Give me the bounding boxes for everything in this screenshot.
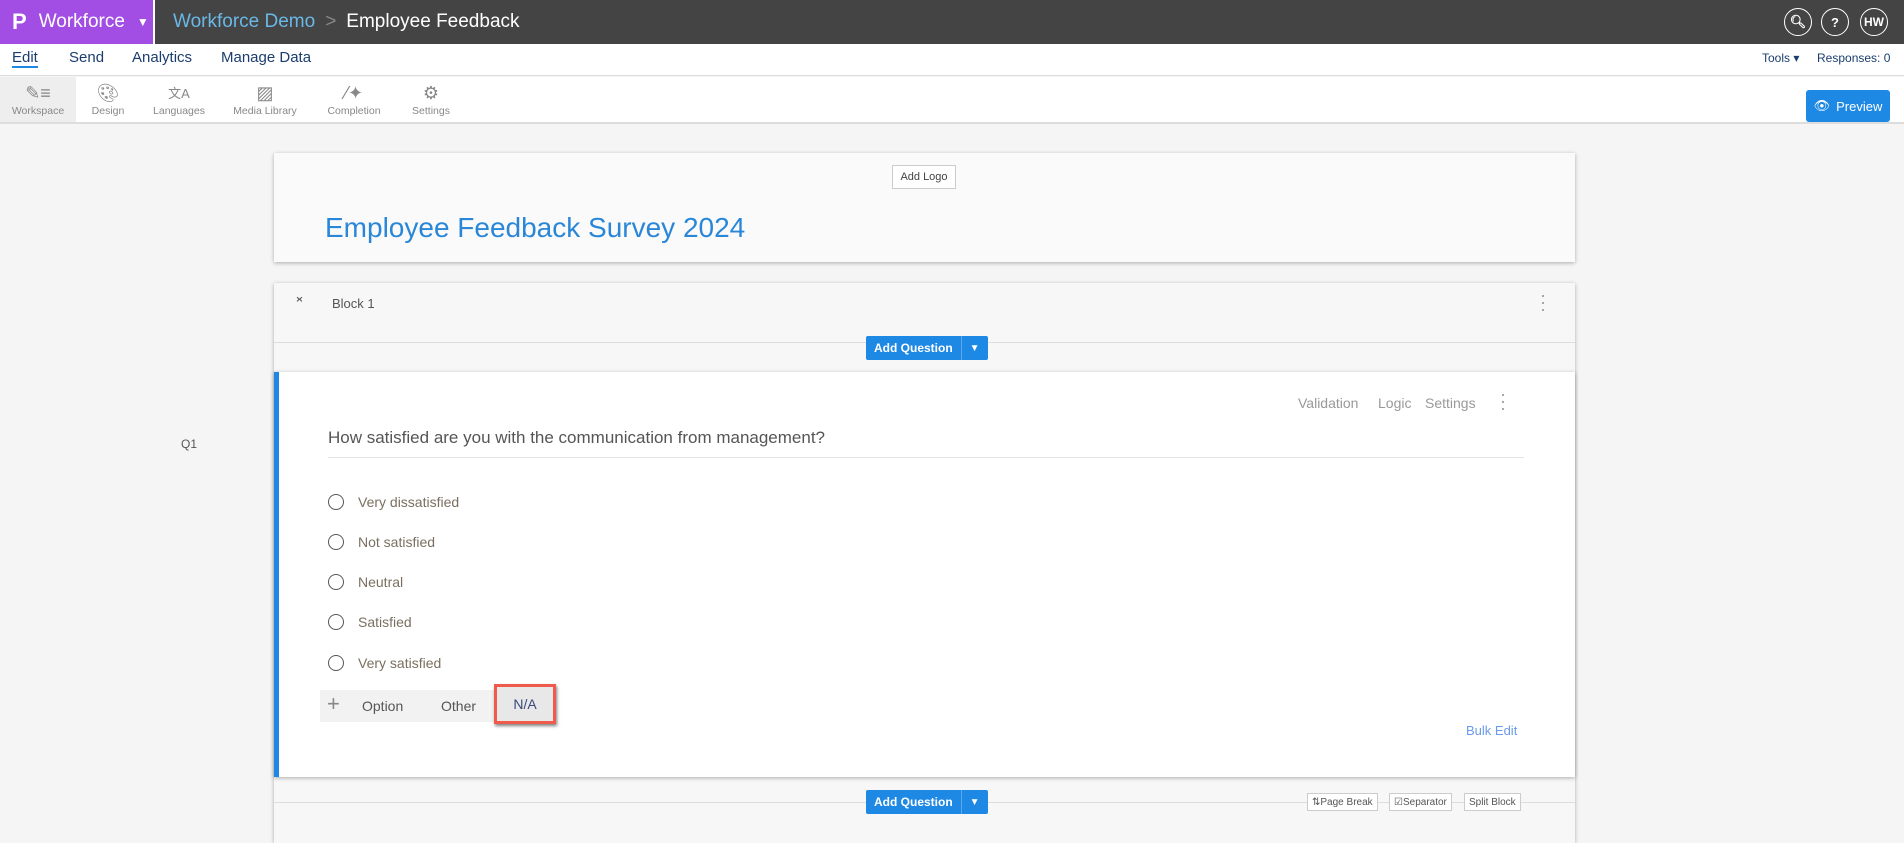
add-option-button[interactable]: Option (362, 698, 403, 714)
add-na-button[interactable]: N/A (494, 684, 556, 724)
tool-design[interactable]: 🎨︎ Design (80, 77, 136, 122)
search-icon[interactable]: 🔍︎ (1784, 8, 1812, 36)
radio-button[interactable] (328, 574, 344, 590)
add-question-button-bottom[interactable]: Add Question ▼ (866, 790, 988, 814)
breadcrumb-current: Employee Feedback (346, 11, 520, 32)
page-break-button[interactable]: ⇅ Page Break (1307, 793, 1378, 811)
validation-link[interactable]: Validation (1298, 395, 1358, 411)
survey-title[interactable]: Employee Feedback Survey 2024 (325, 212, 745, 244)
radio-button[interactable] (328, 655, 344, 671)
brand-menu[interactable]: P Workforce ▼ (0, 0, 155, 44)
brand-label: Workforce (38, 11, 125, 32)
responses-count[interactable]: Responses: 0 (1817, 51, 1890, 65)
block-more-icon[interactable]: · · · (1540, 286, 1546, 318)
nav-send[interactable]: Send (69, 49, 104, 66)
gear-icon: ⚙ (422, 82, 440, 103)
caret-down-icon: ▼ (136, 15, 149, 29)
radio-button[interactable] (328, 534, 344, 550)
radio-button[interactable] (328, 494, 344, 510)
breadcrumb-separator: > (325, 11, 337, 32)
preview-button[interactable]: 👁︎ Preview (1806, 90, 1890, 122)
tool-label: Settings (412, 104, 450, 117)
option-label[interactable]: Not satisfied (358, 534, 435, 550)
user-avatar[interactable]: HW (1860, 8, 1888, 36)
separator-button[interactable]: ☑ Separator (1389, 793, 1452, 811)
nav-manage-data[interactable]: Manage Data (221, 49, 311, 66)
image-icon: ▨ (256, 82, 274, 103)
plus-icon[interactable]: + (327, 691, 340, 717)
divider (328, 457, 1524, 458)
option-row[interactable]: Neutral (328, 574, 403, 590)
help-icon[interactable]: ? (1821, 8, 1849, 36)
radio-button[interactable] (328, 614, 344, 630)
separator-label: Separator (1402, 796, 1447, 808)
palette-icon: 🎨︎ (96, 82, 120, 103)
tool-label: Completion (327, 104, 381, 117)
option-label[interactable]: Satisfied (358, 614, 412, 630)
preview-label: Preview (1836, 98, 1883, 114)
tool-label: Media Library (233, 104, 297, 117)
nav-edit[interactable]: Edit (12, 49, 38, 68)
add-question-label: Add Question (874, 341, 953, 355)
bulk-edit-link[interactable]: Bulk Edit (1466, 723, 1517, 738)
caret-down-icon[interactable]: ▼ (960, 336, 988, 360)
question-number: Q1 (181, 437, 198, 451)
tool-languages[interactable]: 文A Languages (146, 77, 212, 122)
tool-label: Workspace (11, 104, 65, 117)
magic-wand-icon: ⁄✦ (344, 82, 364, 103)
tool-workspace[interactable]: ✎≡ Workspace (0, 77, 76, 122)
option-row[interactable]: Not satisfied (328, 534, 435, 550)
tools-menu[interactable]: Tools ▾ (1762, 51, 1799, 65)
tool-settings[interactable]: ⚙ Settings (402, 77, 460, 122)
settings-link[interactable]: Settings (1425, 395, 1476, 411)
tool-label: Design (91, 104, 125, 117)
collapse-icon[interactable]: ⌄ ⌃ (294, 289, 305, 310)
option-label[interactable]: Neutral (358, 574, 403, 590)
caret-down-icon[interactable]: ▼ (960, 790, 988, 814)
option-label[interactable]: Very satisfied (358, 655, 441, 671)
option-row[interactable]: Very satisfied (328, 655, 441, 671)
breadcrumb-parent[interactable]: Workforce Demo (173, 11, 315, 33)
logo-icon: P (12, 9, 27, 34)
breadcrumb: Workforce Demo > Employee Feedback (173, 0, 520, 44)
add-question-button[interactable]: Add Question ▼ (866, 336, 988, 360)
option-row[interactable]: Satisfied (328, 614, 412, 630)
question-text[interactable]: How satisfied are you with the communica… (328, 428, 825, 448)
page-break-icon: ⇅ (1312, 796, 1321, 808)
question-more-icon[interactable]: · · · (1500, 385, 1506, 417)
block-name[interactable]: Block 1 (332, 296, 375, 311)
tool-label: Languages (153, 104, 205, 117)
option-row[interactable]: Very dissatisfied (328, 494, 459, 510)
logic-link[interactable]: Logic (1378, 395, 1411, 411)
tool-completion[interactable]: ⁄✦ Completion (320, 77, 388, 122)
add-logo-button[interactable]: Add Logo (892, 165, 956, 189)
option-label[interactable]: Very dissatisfied (358, 494, 459, 510)
split-block-button[interactable]: Split Block (1464, 793, 1521, 811)
tool-media-library[interactable]: ▨ Media Library (226, 77, 304, 122)
nav-analytics[interactable]: Analytics (132, 49, 192, 66)
eye-icon: 👁︎ (1813, 98, 1831, 113)
languages-icon: 文A (168, 85, 190, 101)
page-break-label: Page Break (1320, 796, 1373, 808)
workspace-icon: ✎≡ (25, 82, 51, 103)
add-other-button[interactable]: Other (441, 698, 476, 714)
checkbox-icon: ☑ (1394, 796, 1403, 808)
add-question-label: Add Question (874, 795, 953, 809)
